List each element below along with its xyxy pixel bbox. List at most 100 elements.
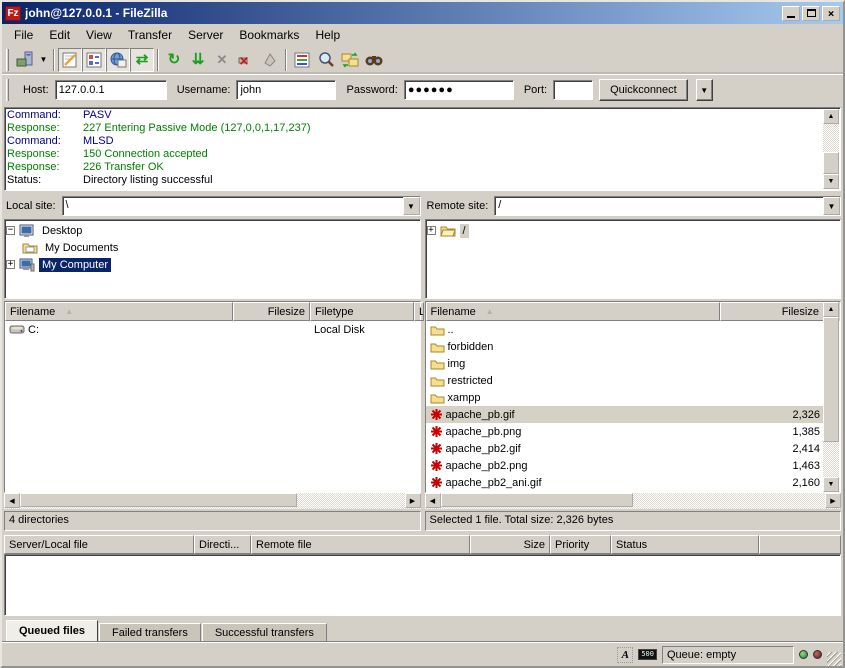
refresh-button[interactable]: ↻ bbox=[162, 48, 186, 72]
file-row[interactable]: apache_pb2_ani.gif 2,160 bbox=[426, 474, 825, 491]
column-header-filetype[interactable]: Filetype bbox=[310, 302, 414, 321]
column-header-priority[interactable]: Priority bbox=[550, 535, 611, 554]
maximize-button[interactable] bbox=[802, 6, 820, 21]
scroll-right-icon[interactable]: ▶ bbox=[825, 493, 841, 508]
scroll-right-icon[interactable]: ▶ bbox=[405, 493, 421, 508]
column-header-status[interactable]: Status bbox=[611, 535, 759, 554]
tree-item-my-computer[interactable]: + My Computer bbox=[6, 256, 419, 273]
tree-item-my-documents[interactable]: My Documents bbox=[6, 239, 419, 256]
close-button[interactable]: × bbox=[822, 6, 840, 21]
menu-item[interactable]: Help bbox=[307, 26, 348, 44]
file-row[interactable]: forbidden bbox=[426, 338, 825, 355]
host-input[interactable] bbox=[55, 80, 167, 100]
toggle-local-tree-button[interactable] bbox=[82, 48, 106, 72]
toolbar-grip[interactable] bbox=[6, 49, 9, 71]
collapse-icon[interactable]: − bbox=[6, 226, 15, 235]
queue-tab[interactable]: Queued files bbox=[6, 620, 98, 642]
password-input[interactable] bbox=[404, 80, 514, 100]
quickconnect-button[interactable]: Quickconnect bbox=[599, 79, 688, 101]
file-row[interactable]: img bbox=[426, 355, 825, 372]
local-hscrollbar[interactable]: ◀ ▶ bbox=[4, 493, 421, 509]
file-row[interactable]: apache_pb2.png 1,463 bbox=[426, 457, 825, 474]
expand-icon[interactable]: + bbox=[6, 260, 15, 269]
scroll-down-icon[interactable]: ▼ bbox=[823, 477, 839, 492]
site-manager-button[interactable] bbox=[13, 48, 37, 72]
column-header-filesize[interactable]: Filesize bbox=[720, 302, 824, 321]
tree-label[interactable]: My Documents bbox=[42, 241, 121, 255]
tree-label[interactable]: My Computer bbox=[39, 258, 111, 272]
scroll-left-icon[interactable]: ◀ bbox=[4, 493, 20, 508]
menu-item[interactable]: Edit bbox=[41, 26, 78, 44]
column-header-filename[interactable]: Filename▲ bbox=[5, 302, 233, 321]
remote-site-combobox[interactable]: / ▼ bbox=[494, 196, 841, 216]
toggle-remote-tree-button[interactable] bbox=[106, 48, 130, 72]
scroll-thumb[interactable] bbox=[823, 317, 839, 442]
port-input[interactable] bbox=[553, 80, 593, 100]
tree-label[interactable]: / bbox=[460, 224, 469, 238]
column-header-remote-file[interactable]: Remote file bbox=[251, 535, 470, 554]
site-manager-dropdown[interactable]: ▼ bbox=[37, 49, 50, 71]
queue-tab[interactable]: Successful transfers bbox=[202, 623, 327, 642]
minimize-button[interactable] bbox=[782, 6, 800, 21]
file-row[interactable]: apache_pb2.gif 2,414 bbox=[426, 440, 825, 457]
log-scrollbar[interactable]: ▲ ▼ bbox=[823, 109, 839, 189]
tree-label[interactable]: Desktop bbox=[39, 224, 85, 238]
reconnect-button[interactable] bbox=[258, 48, 282, 72]
menu-item[interactable]: File bbox=[6, 26, 41, 44]
column-header-direction[interactable]: Directi... bbox=[194, 535, 251, 554]
scroll-thumb[interactable] bbox=[823, 152, 839, 174]
remote-hscrollbar[interactable]: ◀ ▶ bbox=[425, 493, 842, 509]
remote-vscrollbar[interactable]: ▲ ▼ bbox=[823, 302, 839, 492]
file-row[interactable]: .. bbox=[426, 321, 825, 338]
log-label: Response: bbox=[7, 122, 83, 135]
scroll-up-icon[interactable]: ▲ bbox=[823, 109, 839, 124]
title-bar[interactable]: Fz john@127.0.0.1 - FileZilla × bbox=[2, 2, 843, 24]
username-input[interactable] bbox=[236, 80, 336, 100]
column-header-filename[interactable]: Filename▲ bbox=[426, 302, 721, 321]
column-header-server-local-file[interactable]: Server/Local file bbox=[4, 535, 194, 554]
column-header-size[interactable]: Size bbox=[470, 535, 550, 554]
toggle-message-log-button[interactable] bbox=[58, 48, 82, 72]
tree-item-root[interactable]: + / bbox=[427, 222, 840, 239]
resize-grip[interactable] bbox=[827, 652, 841, 666]
menu-item[interactable]: Server bbox=[180, 26, 231, 44]
scroll-left-icon[interactable]: ◀ bbox=[425, 493, 441, 508]
queue-tab[interactable]: Failed transfers bbox=[99, 623, 201, 642]
ascii-transfer-type-icon[interactable]: A bbox=[617, 647, 633, 663]
expand-icon[interactable]: + bbox=[427, 226, 436, 235]
file-row[interactable]: apache_pb.png 1,385 bbox=[426, 423, 825, 440]
file-row[interactable]: C: Local Disk bbox=[5, 321, 420, 338]
file-row[interactable]: restricted bbox=[426, 372, 825, 389]
file-row[interactable]: apache_pb.gif 2,326 bbox=[426, 406, 825, 423]
log-text: 226 Transfer OK bbox=[83, 161, 164, 174]
local-site-combobox[interactable]: \ ▼ bbox=[62, 196, 421, 216]
process-queue-button[interactable]: ⇊ bbox=[186, 48, 210, 72]
remote-site-dropdown-icon[interactable]: ▼ bbox=[823, 197, 840, 215]
file-name: xampp bbox=[448, 392, 481, 404]
queue-body[interactable] bbox=[4, 554, 841, 616]
synchronized-browsing-button[interactable] bbox=[338, 48, 362, 72]
disconnect-button[interactable]: × bbox=[234, 48, 258, 72]
file-name: apache_pb2.png bbox=[446, 460, 528, 472]
menu-item[interactable]: Transfer bbox=[120, 26, 180, 44]
scroll-thumb[interactable] bbox=[20, 493, 297, 507]
tree-item-desktop[interactable]: − Desktop bbox=[6, 222, 419, 239]
filter-button[interactable] bbox=[290, 48, 314, 72]
column-header-filesize[interactable]: Filesize bbox=[233, 302, 310, 321]
column-header-last-modified[interactable]: L bbox=[414, 302, 424, 321]
find-files-button[interactable] bbox=[362, 48, 386, 72]
quickconnect-grip[interactable] bbox=[6, 79, 9, 101]
scroll-thumb[interactable] bbox=[441, 493, 633, 507]
local-site-dropdown-icon[interactable]: ▼ bbox=[403, 197, 420, 215]
toggle-queue-button[interactable]: ⇄ bbox=[130, 48, 154, 72]
cancel-operation-button[interactable]: ✕ bbox=[210, 48, 234, 72]
menu-item[interactable]: View bbox=[78, 26, 120, 44]
speed-limit-icon[interactable]: 500 bbox=[638, 649, 657, 660]
scroll-down-icon[interactable]: ▼ bbox=[823, 174, 839, 189]
file-row[interactable]: xampp bbox=[426, 389, 825, 406]
quickconnect-dropdown[interactable]: ▼ bbox=[696, 79, 713, 101]
scroll-up-icon[interactable]: ▲ bbox=[823, 302, 839, 317]
menu-item[interactable]: Bookmarks bbox=[231, 26, 307, 44]
folder-icon bbox=[430, 341, 445, 353]
compare-directories-button[interactable] bbox=[314, 48, 338, 72]
